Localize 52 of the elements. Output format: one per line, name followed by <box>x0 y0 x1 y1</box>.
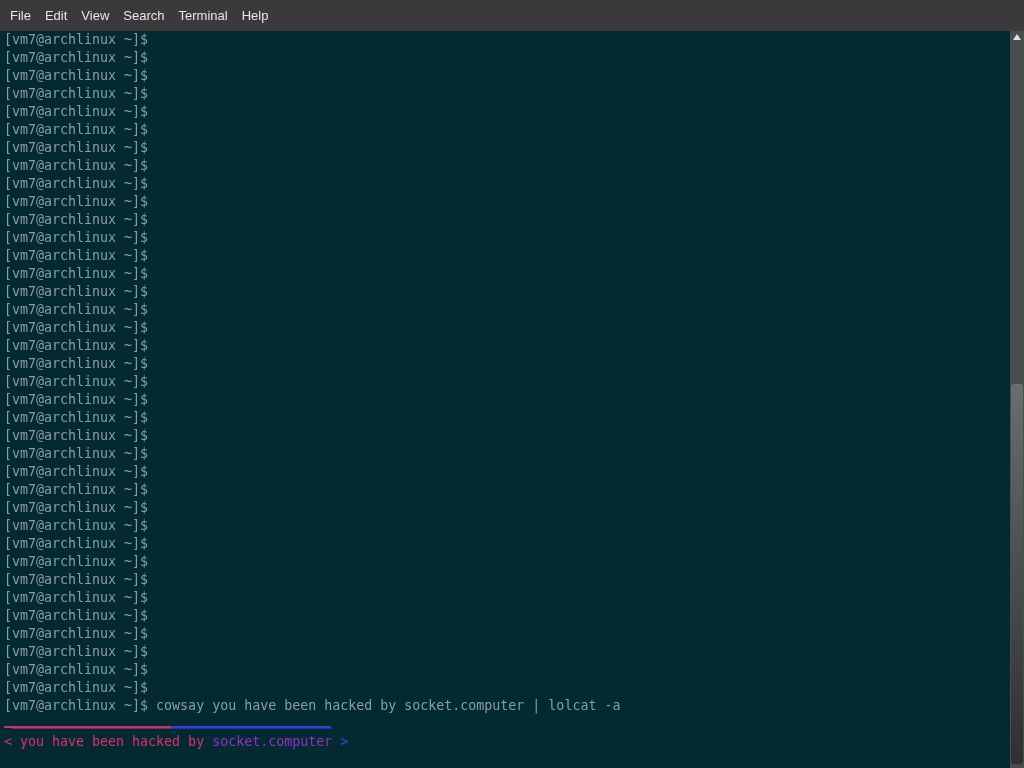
prompt-line: [vm7@archlinux ~]$ <box>4 499 149 517</box>
prompt-line: [vm7@archlinux ~]$ <box>4 679 149 697</box>
prompt-line: [vm7@archlinux ~]$ <box>4 391 149 409</box>
command-line: [vm7@archlinux ~]$ cowsay you have been hacked by socket.computer | lolcat -a <box>4 697 621 715</box>
prompt-line: [vm7@archlinux ~]$ <box>4 445 149 463</box>
prompt-line: [vm7@archlinux ~]$ <box>4 373 149 391</box>
prompt-line: [vm7@archlinux ~]$ <box>4 193 149 211</box>
prompt-line: [vm7@archlinux ~]$ <box>4 103 149 121</box>
prompt-line: [vm7@archlinux ~]$ <box>4 121 149 139</box>
prompt-line: [vm7@archlinux ~]$ <box>4 517 149 535</box>
scrollbar-thumb[interactable] <box>1011 384 1023 764</box>
prompt-line: [vm7@archlinux ~]$ <box>4 31 149 49</box>
prompt-line: [vm7@archlinux ~]$ <box>4 283 149 301</box>
scroll-up-icon[interactable] <box>1013 34 1021 40</box>
prompt-line: [vm7@archlinux ~]$ <box>4 229 149 247</box>
prompt-line: [vm7@archlinux ~]$ <box>4 571 149 589</box>
menu-item[interactable]: Help <box>234 5 276 26</box>
prompt-line: [vm7@archlinux ~]$ <box>4 175 149 193</box>
prompt-line: [vm7@archlinux ~]$ <box>4 319 149 337</box>
speech-bubble-text: < you have been hacked by <box>4 734 206 749</box>
prompt-line: [vm7@archlinux ~]$ <box>4 355 149 373</box>
menu-item[interactable]: Search <box>116 5 172 26</box>
prompt-line: [vm7@archlinux ~]$ <box>4 85 149 103</box>
prompt-line: [vm7@archlinux ~]$ <box>4 265 149 283</box>
prompt-line: [vm7@archlinux ~]$ <box>4 337 149 355</box>
menu-item[interactable]: View <box>74 5 117 26</box>
prompt-line: [vm7@archlinux ~]$ <box>4 427 149 445</box>
speech-bubble-border: ____________________ <box>10 716 172 731</box>
speech-bubble-text: socket.computer <box>212 734 333 749</box>
prompt-line: [vm7@archlinux ~]$ <box>4 157 149 175</box>
prompt-line: [vm7@archlinux ~]$ <box>4 661 149 679</box>
prompt-line: [vm7@archlinux ~]$ <box>4 211 149 229</box>
menu-item[interactable]: File <box>3 5 38 26</box>
prompt-line: [vm7@archlinux ~]$ <box>4 553 149 571</box>
prompt-line: [vm7@archlinux ~]$ <box>4 643 149 661</box>
prompt-line: [vm7@archlinux ~]$ <box>4 49 149 67</box>
prompt-line: [vm7@archlinux ~]$ <box>4 247 149 265</box>
prompt-line: [vm7@archlinux ~]$ <box>4 301 149 319</box>
prompt-line: [vm7@archlinux ~]$ <box>4 481 149 499</box>
speech-bubble-border: ____________________ <box>171 716 332 731</box>
scrollbar[interactable] <box>1010 31 1024 768</box>
prompt-line: [vm7@archlinux ~]$ <box>4 589 149 607</box>
menu-item[interactable]: Terminal <box>171 5 235 26</box>
speech-bubble-text: > <box>339 734 349 749</box>
prompt-line: [vm7@archlinux ~]$ <box>4 535 149 553</box>
prompt-line: [vm7@archlinux ~]$ <box>4 67 149 85</box>
menu-item[interactable]: Edit <box>37 5 75 26</box>
prompt-line: [vm7@archlinux ~]$ <box>4 625 149 643</box>
prompt-line: [vm7@archlinux ~]$ <box>4 607 149 625</box>
prompt-line: [vm7@archlinux ~]$ <box>4 139 149 157</box>
prompt-line: [vm7@archlinux ~]$ <box>4 409 149 427</box>
prompt-line: [vm7@archlinux ~]$ <box>4 463 149 481</box>
